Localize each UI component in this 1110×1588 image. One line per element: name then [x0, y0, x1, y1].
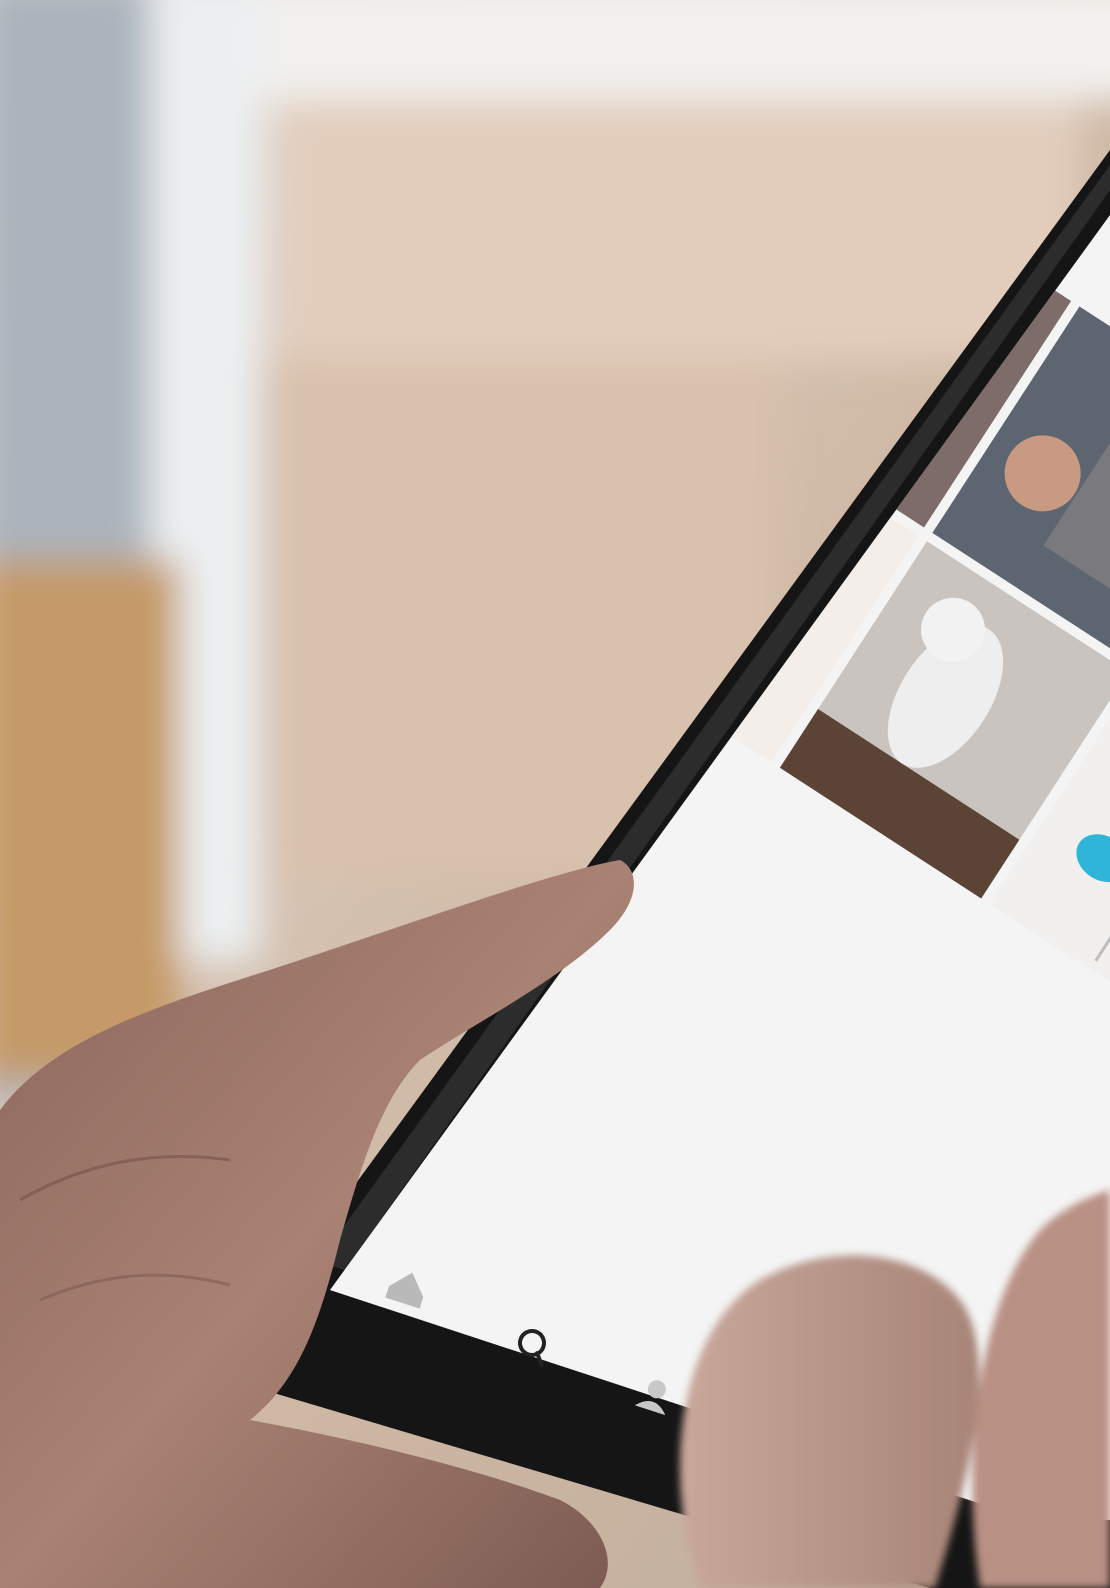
photo-scene	[0, 0, 1110, 1588]
scene-svg	[0, 0, 1110, 1588]
